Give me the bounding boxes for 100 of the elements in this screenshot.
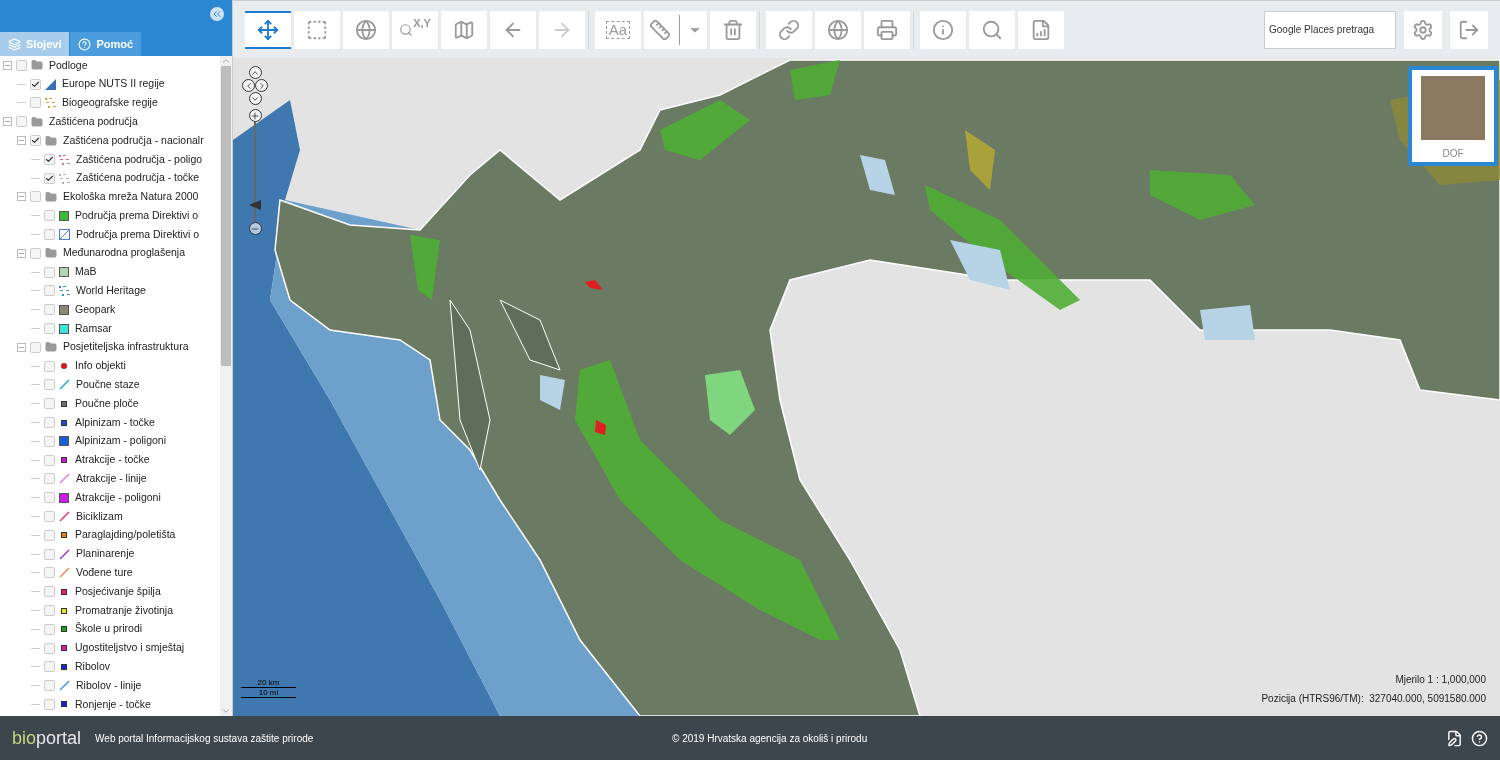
layer-checkbox[interactable]	[44, 398, 55, 410]
layer-checkbox[interactable]	[44, 492, 55, 504]
pan-right-button[interactable]	[255, 79, 268, 92]
layer-label[interactable]: Atrakcije - točke	[75, 452, 150, 468]
layer-checkbox[interactable]	[44, 323, 55, 335]
layer-checkbox[interactable]	[44, 172, 55, 184]
tool-button[interactable]	[1018, 10, 1064, 49]
layer-label[interactable]: Područja prema Direktivi o	[75, 207, 199, 224]
layer-checkbox[interactable]	[44, 548, 55, 560]
layer-label[interactable]: Europe NUTS II regije	[62, 76, 165, 93]
zoom-out-button[interactable]	[248, 222, 262, 235]
layer-label[interactable]: Promatranje životinja	[75, 602, 174, 619]
layer-checkbox[interactable]	[44, 473, 55, 485]
layer-checkbox[interactable]	[30, 191, 41, 203]
layer-label[interactable]: Posjetiteljska infrastruktura	[63, 339, 189, 356]
layer-label[interactable]: Poučne ploče	[75, 395, 139, 412]
layer-label[interactable]: Atrakcije - poligoni	[75, 489, 161, 506]
layer-label[interactable]: Zaštićena područja - nacionalr	[63, 132, 204, 149]
tool-button[interactable]	[644, 10, 707, 49]
layer-checkbox[interactable]	[44, 379, 55, 391]
layer-label[interactable]: Međunarodna proglašenja	[63, 245, 185, 262]
layer-label[interactable]: Planinarenje	[76, 546, 135, 562]
layer-checkbox[interactable]	[30, 247, 41, 259]
layer-label[interactable]: Škole u prirodi	[75, 621, 143, 638]
tool-button[interactable]	[245, 10, 291, 49]
layer-label[interactable]: Ribolov - linije	[76, 677, 142, 694]
tool-button[interactable]	[294, 10, 340, 49]
layer-label[interactable]: Alpinizam - poligoni	[75, 433, 167, 450]
layer-checkbox[interactable]	[44, 360, 55, 372]
collapse-icon[interactable]	[17, 192, 26, 202]
layer-checkbox[interactable]	[44, 210, 55, 222]
layer-checkbox[interactable]	[30, 135, 41, 147]
layer-checkbox[interactable]	[44, 266, 55, 278]
layer-checkbox[interactable]	[30, 78, 41, 90]
tool-button[interactable]	[969, 10, 1015, 49]
layer-label[interactable]: Područja prema Direktivi o	[76, 226, 200, 243]
edit-document-icon[interactable]	[1446, 729, 1463, 747]
zoom-in-button[interactable]	[248, 109, 262, 122]
layer-label[interactable]: MaB	[75, 264, 97, 281]
layer-checkbox[interactable]	[16, 116, 27, 128]
layer-label[interactable]: Vođene ture	[76, 565, 133, 581]
layer-checkbox[interactable]	[44, 642, 55, 654]
layer-checkbox[interactable]	[44, 661, 55, 673]
layer-checkbox[interactable]	[44, 623, 55, 635]
tool-button[interactable]	[815, 10, 861, 49]
layer-checkbox[interactable]	[44, 435, 55, 447]
layer-label[interactable]: Alpinizam - točke	[75, 414, 155, 431]
tool-button[interactable]	[710, 10, 756, 49]
layer-checkbox[interactable]	[44, 304, 55, 316]
basemap-switcher[interactable]: DOF	[1408, 66, 1498, 166]
tool-button[interactable]	[441, 10, 487, 49]
exit-button[interactable]	[1450, 10, 1488, 49]
layer-label[interactable]: Ronjenje - točke	[75, 696, 151, 713]
layer-label[interactable]: Ekološka mreža Natura 2000	[63, 189, 199, 205]
layer-checkbox[interactable]	[30, 97, 41, 109]
layer-checkbox[interactable]	[44, 229, 55, 241]
scrollbar[interactable]	[220, 56, 232, 716]
layer-label[interactable]: Ribolov	[75, 659, 111, 675]
tool-button[interactable]	[920, 10, 966, 49]
layer-label[interactable]: Poučne staze	[76, 377, 140, 393]
pan-down-button[interactable]	[248, 92, 262, 105]
zoom-slider[interactable]	[249, 122, 261, 222]
layer-checkbox[interactable]	[44, 285, 55, 297]
pan-left-button[interactable]	[242, 79, 255, 92]
layer-checkbox[interactable]	[16, 59, 27, 71]
layer-checkbox[interactable]	[44, 417, 55, 429]
layer-label[interactable]: World Heritage	[76, 283, 146, 299]
layer-label[interactable]: Podloge	[49, 57, 88, 74]
layer-checkbox[interactable]	[44, 605, 55, 616]
tool-button[interactable]	[864, 10, 910, 49]
layer-label[interactable]: Ramsar	[75, 320, 112, 337]
collapse-icon[interactable]	[3, 60, 12, 70]
layer-checkbox[interactable]	[44, 699, 55, 710]
collapse-icon[interactable]	[17, 136, 26, 146]
layer-label[interactable]: Atrakcije - linije	[76, 471, 147, 487]
layer-label[interactable]: Zaštićena područja - točke	[76, 170, 200, 187]
layer-label[interactable]: Zaštićena područja - poligo	[76, 151, 203, 168]
tool-button[interactable]	[343, 10, 389, 49]
layer-label[interactable]: Info objekti	[75, 358, 126, 374]
layer-checkbox[interactable]	[44, 529, 55, 541]
layer-label[interactable]: Geopark	[75, 301, 116, 318]
layer-checkbox[interactable]	[44, 153, 55, 165]
layer-label[interactable]: Biogeografske regije	[62, 95, 158, 111]
layer-checkbox[interactable]	[44, 511, 55, 522]
layer-checkbox[interactable]	[30, 341, 41, 353]
help-icon[interactable]	[1471, 729, 1488, 747]
layer-label[interactable]: Zaštićena područja	[49, 113, 138, 130]
layer-label[interactable]: Biciklizam	[76, 508, 123, 525]
map-view[interactable]: DOF 20 km 10 mi Mjerilo 1 : 1,000,000 Pozicija (HTRS96/TM): 327040.000, 5091580.000	[233, 58, 1500, 716]
tool-button[interactable]	[766, 10, 812, 49]
tool-button[interactable]	[490, 10, 536, 49]
scroll-up-icon[interactable]	[221, 56, 231, 66]
collapse-icon[interactable]	[17, 248, 26, 258]
places-search-field[interactable]: Google Places pretraga	[1264, 10, 1396, 49]
layer-label[interactable]: Posjećivanje špilja	[75, 583, 161, 600]
collapse-panel-icon[interactable]	[210, 7, 224, 21]
layer-label[interactable]: Ugostiteljstvo i smještaj	[75, 640, 185, 656]
zoom-slider-thumb[interactable]	[249, 200, 261, 211]
settings-button[interactable]	[1404, 10, 1442, 49]
layer-checkbox[interactable]	[44, 586, 55, 598]
